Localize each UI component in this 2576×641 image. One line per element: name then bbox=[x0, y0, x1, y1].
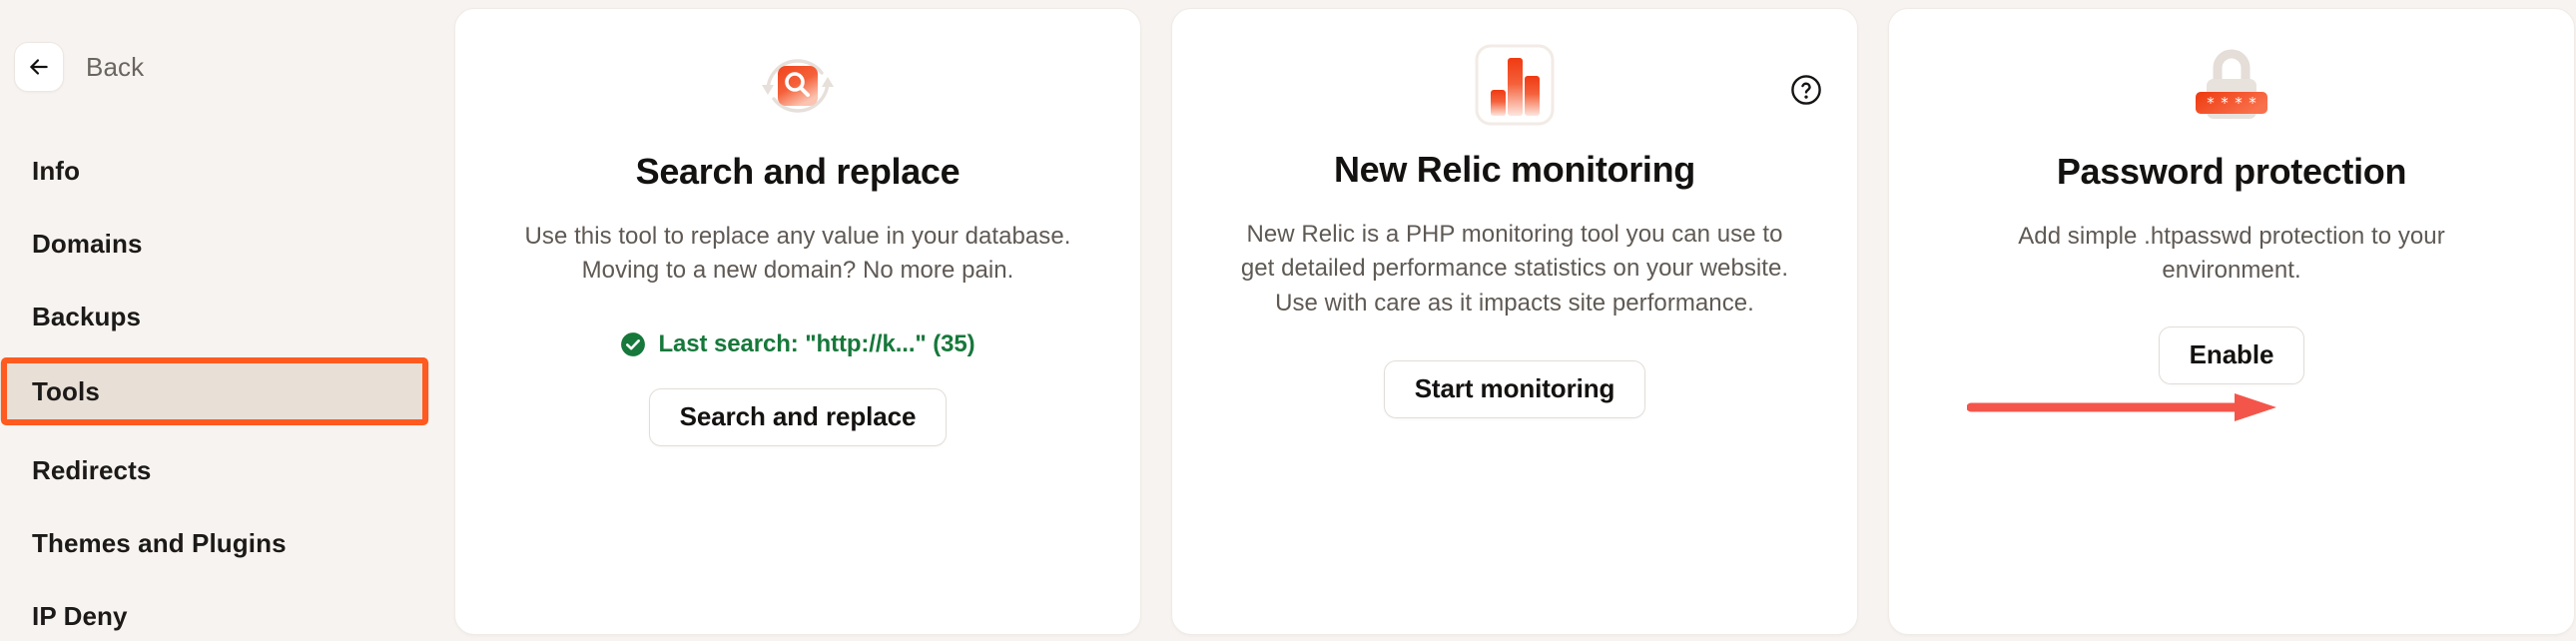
sidebar: Back Info Domains Backups Tools Redirect… bbox=[0, 0, 439, 641]
sidebar-item-label: Redirects bbox=[32, 454, 152, 485]
search-and-replace-button[interactable]: Search and replace bbox=[648, 387, 948, 446]
card-description: Add simple .htpasswd protection to your … bbox=[2018, 223, 2445, 285]
back-button[interactable]: Back bbox=[14, 42, 144, 92]
sidebar-item-themes-and-plugins[interactable]: Themes and Plugins bbox=[0, 512, 429, 574]
start-monitoring-button[interactable]: Start monitoring bbox=[1383, 359, 1646, 418]
sidebar-item-label: Domains bbox=[32, 228, 143, 259]
enable-button[interactable]: Enable bbox=[2158, 325, 2305, 384]
card-title: New Relic monitoring bbox=[1333, 149, 1696, 190]
sidebar-item-label: IP Deny bbox=[32, 600, 128, 631]
card-new-relic-monitoring: New Relic monitoring New Relic is a PHP … bbox=[1171, 8, 1858, 635]
sidebar-item-label: Backups bbox=[32, 301, 142, 331]
svg-text:*: * bbox=[2249, 94, 2256, 112]
sidebar-item-info[interactable]: Info bbox=[0, 140, 429, 202]
sidebar-item-tools[interactable]: Tools bbox=[0, 360, 429, 422]
last-search-text: Last search: "http://k..." (35) bbox=[658, 329, 975, 357]
search-and-replace-button-wrap: Search and replace bbox=[503, 387, 1092, 446]
search-replace-icon bbox=[750, 45, 846, 127]
padlock-icon: * * * * bbox=[2184, 37, 2279, 127]
sidebar-item-redirects[interactable]: Redirects bbox=[0, 439, 429, 501]
last-search-status: Last search: "http://k..." (35) bbox=[503, 330, 1092, 358]
start-monitoring-button-wrap: Start monitoring bbox=[1220, 359, 1809, 418]
card-description: Use this tool to replace any value in yo… bbox=[524, 223, 1071, 285]
svg-text:*: * bbox=[2235, 94, 2243, 112]
enable-button-wrap: Enable bbox=[1937, 325, 2526, 384]
sidebar-item-label: Info bbox=[32, 155, 81, 186]
svg-text:*: * bbox=[2221, 94, 2229, 112]
card-title: Search and replace bbox=[635, 151, 961, 192]
card-description: New Relic is a PHP monitoring tool you c… bbox=[1240, 221, 1789, 317]
svg-text:*: * bbox=[2207, 94, 2215, 112]
tools-page: Back Info Domains Backups Tools Redirect… bbox=[0, 0, 2576, 641]
sidebar-item-domains[interactable]: Domains bbox=[0, 213, 429, 275]
arrow-left-icon[interactable] bbox=[14, 42, 64, 92]
card-password-protection: * * * * Password protection Add simple .… bbox=[1888, 8, 2575, 635]
sidebar-item-ip-deny[interactable]: IP Deny bbox=[0, 585, 429, 641]
sidebar-item-backups[interactable]: Backups bbox=[0, 286, 429, 347]
sidebar-item-label: Themes and Plugins bbox=[32, 527, 287, 558]
sidebar-item-label: Tools bbox=[32, 375, 100, 406]
back-label: Back bbox=[86, 51, 145, 82]
bar-chart-icon bbox=[1474, 43, 1556, 127]
check-circle-icon bbox=[620, 331, 646, 357]
help-circle-icon[interactable] bbox=[1789, 73, 1823, 107]
card-search-and-replace: Search and replace Use this tool to repl… bbox=[454, 8, 1141, 635]
card-title: Password protection bbox=[2056, 151, 2407, 192]
